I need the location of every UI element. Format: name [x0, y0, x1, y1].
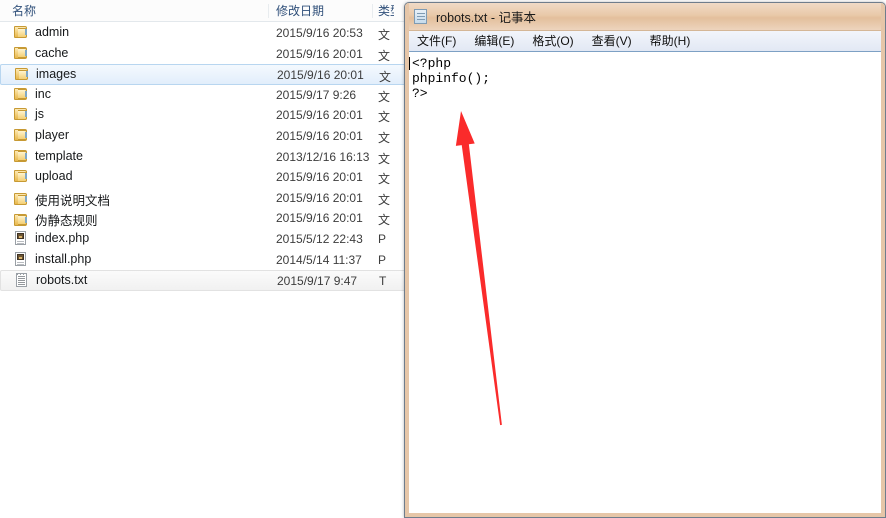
file-row[interactable]: 伪静态规则 2015/9/16 20:01 文	[0, 208, 406, 229]
file-name-label: cache	[35, 45, 69, 60]
file-name-cell: template	[14, 149, 83, 163]
file-date-cell: 2015/9/16 20:01	[276, 211, 363, 226]
notepad-icon	[413, 8, 429, 25]
file-type-cell: P	[378, 231, 387, 246]
file-name-label: js	[35, 107, 45, 122]
folder-icon	[14, 213, 29, 227]
file-date-cell: 2013/12/16 16:13	[276, 149, 370, 164]
file-name-cell: 伪静态规则	[14, 210, 98, 229]
text-file-icon	[15, 273, 30, 288]
menu-item-2[interactable]: 格式(O)	[523, 31, 582, 51]
file-row[interactable]: player 2015/9/16 20:01 文	[0, 126, 406, 147]
file-list: admin 2015/9/16 20:53 文 cache 2015/9/16 20:0…	[0, 23, 406, 518]
file-name-cell: inc	[14, 87, 51, 101]
file-date-cell: 2015/9/16 20:01	[277, 68, 364, 83]
file-row[interactable]: images 2015/9/16 20:01 文	[0, 64, 406, 85]
column-divider-2[interactable]	[372, 4, 373, 18]
file-name-cell: player	[14, 128, 69, 142]
file-type-cell: 文	[379, 70, 392, 85]
php-file-icon	[14, 251, 29, 266]
folder-icon	[15, 67, 30, 81]
file-name-cell: install.php	[14, 251, 92, 266]
file-name-cell: index.php	[14, 230, 90, 245]
file-type-cell: 文	[378, 172, 391, 187]
file-date-cell: 2015/9/16 20:53	[276, 26, 363, 40]
file-row[interactable]: index.php 2015/5/12 22:43 P	[0, 229, 406, 250]
file-name-label: inc	[35, 86, 51, 101]
file-date-cell: 2014/5/14 11:37	[276, 252, 362, 267]
column-header-bar: 名称 修改日期 类型	[0, 0, 406, 22]
file-row[interactable]: install.php 2014/5/14 11:37 P	[0, 250, 406, 271]
file-type-cell: 文	[378, 89, 391, 104]
file-date-cell: 2015/5/12 22:43	[276, 231, 363, 246]
folder-icon	[14, 46, 29, 60]
file-date-cell: 2015/9/16 20:01	[276, 108, 363, 123]
file-date-cell: 2015/9/16 20:01	[276, 190, 363, 205]
file-type-cell: 文	[378, 213, 391, 228]
menu-item-3[interactable]: 查看(V)	[583, 31, 641, 51]
file-row[interactable]: 使用说明文档 2015/9/16 20:01 文	[0, 188, 406, 209]
notepad-window: robots.txt - 记事本 文件(F) 编辑(E) 格式(O) 查看(V) 帮助(…	[404, 2, 886, 518]
column-header-name[interactable]: 名称	[12, 2, 36, 19]
file-name-cell: admin	[14, 25, 69, 39]
file-date-cell: 2015/9/16 20:01	[276, 128, 363, 143]
file-name-cell: 使用说明文档	[14, 190, 110, 209]
screen: 名称 修改日期 类型 admin 2015/9/16 20:53 文 cache 201…	[0, 0, 886, 518]
file-row[interactable]: cache 2015/9/16 20:01 文	[0, 44, 406, 65]
file-name-label: install.php	[35, 251, 92, 266]
folder-icon	[14, 107, 29, 121]
file-type-cell: 文	[378, 151, 391, 166]
column-divider-1[interactable]	[268, 4, 269, 18]
notepad-title: robots.txt - 记事本	[436, 11, 537, 25]
file-name-label: images	[36, 67, 77, 82]
folder-icon	[14, 192, 29, 206]
file-name-label: player	[35, 127, 70, 142]
file-name-cell: images	[15, 67, 76, 81]
file-type-cell: P	[378, 252, 387, 267]
file-date-cell: 2015/9/16 20:01	[276, 46, 363, 61]
file-name-label: index.php	[35, 230, 90, 245]
file-name-label: template	[35, 148, 83, 163]
file-date-cell: 2015/9/17 9:47	[277, 274, 358, 289]
php-file-icon	[14, 230, 29, 245]
file-type-cell: 文	[378, 48, 391, 63]
file-row[interactable]: inc 2015/9/17 9:26 文	[0, 85, 406, 106]
file-date-cell: 2015/9/17 9:26	[276, 87, 357, 102]
folder-icon	[14, 128, 29, 142]
file-name-label: upload	[35, 169, 73, 184]
file-date-cell: 2015/9/16 20:01	[276, 170, 363, 185]
column-header-type[interactable]: 类型	[378, 2, 394, 19]
file-type-cell: 文	[378, 110, 391, 125]
file-name-cell: upload	[14, 169, 73, 183]
folder-icon	[14, 87, 29, 101]
notepad-menubar: 文件(F) 编辑(E) 格式(O) 查看(V) 帮助(H)	[409, 31, 881, 52]
notepad-text-area[interactable]: <?php phpinfo(); ?>	[409, 54, 881, 513]
menu-item-1[interactable]: 编辑(E)	[465, 31, 523, 51]
folder-icon	[14, 169, 29, 183]
folder-icon	[14, 149, 29, 163]
text-caret	[409, 57, 410, 70]
file-row[interactable]: template 2013/12/16 16:13 文	[0, 147, 406, 168]
file-name-label: robots.txt	[36, 273, 88, 288]
file-name-label: admin	[35, 25, 70, 39]
file-row[interactable]: admin 2015/9/16 20:53 文	[0, 23, 406, 44]
file-row[interactable]: robots.txt 2015/9/17 9:47 T	[0, 270, 406, 291]
file-row[interactable]: js 2015/9/16 20:01 文	[0, 105, 406, 126]
menu-item-0[interactable]: 文件(F)	[409, 31, 465, 51]
file-name-cell: robots.txt	[15, 273, 88, 288]
notepad-titlebar[interactable]: robots.txt - 记事本	[405, 3, 885, 31]
file-type-cell: 文	[378, 130, 391, 145]
file-type-cell: 文	[378, 28, 391, 42]
file-row[interactable]: upload 2015/9/16 20:01 文	[0, 167, 406, 188]
file-name-cell: js	[14, 107, 44, 121]
folder-icon	[14, 25, 29, 39]
menu-item-4[interactable]: 帮助(H)	[641, 31, 700, 51]
file-name-cell: cache	[14, 46, 68, 60]
file-name-label: 伪静态规则	[35, 214, 98, 229]
file-explorer-window: 名称 修改日期 类型 admin 2015/9/16 20:53 文 cache 201…	[0, 0, 406, 518]
file-type-cell: 文	[378, 192, 391, 207]
file-name-label: 使用说明文档	[35, 193, 111, 208]
column-header-date[interactable]: 修改日期	[276, 2, 324, 19]
file-type-cell: T	[379, 274, 387, 289]
